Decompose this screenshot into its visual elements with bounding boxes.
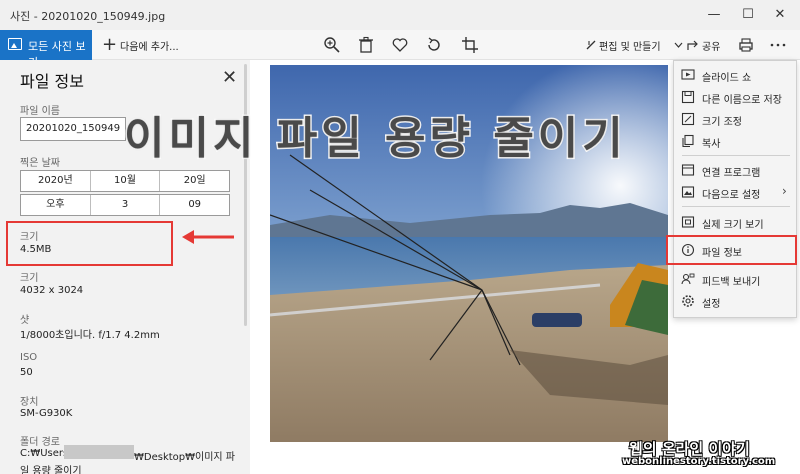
date-year[interactable]: 2020년 [21, 171, 91, 191]
edit-icon [586, 40, 596, 50]
redacted-username [64, 445, 134, 459]
chevron-down-icon [674, 42, 683, 48]
slideshow-icon [681, 69, 695, 80]
date-month[interactable]: 10월 [91, 171, 161, 191]
shot-label: 샷 [20, 315, 30, 326]
actual-size-icon [681, 216, 695, 228]
date-taken-label: 찍은 날짜 [20, 158, 60, 169]
overlay-title: 이미지 파일 용량 줄이기 [123, 112, 627, 166]
menu-item-copy[interactable]: 복사 [674, 130, 796, 152]
menu-item-actual-size[interactable]: 실제 크기 보기 [674, 211, 796, 233]
zoom-icon[interactable] [322, 35, 342, 55]
time-minute[interactable]: 09 [160, 195, 229, 215]
open-with-icon [681, 164, 695, 176]
copy-icon [682, 134, 694, 148]
save-icon [681, 90, 695, 104]
favorite-icon[interactable] [390, 35, 410, 55]
photos-icon [8, 38, 22, 50]
file-info-highlight-box [666, 235, 797, 265]
menu-item-label: 복사 [702, 139, 721, 150]
menu-item-set-as[interactable]: 다음으로 설정 › [674, 181, 796, 203]
folder-path-line2[interactable]: 일 용량 줄이기 [20, 462, 82, 474]
menu-separator [682, 206, 790, 207]
toolbar: 모든 사진 보기 + 다음에 추가... 편집 및 만들기 [0, 30, 800, 69]
menu-item-label: 피드백 보내기 [702, 277, 761, 288]
add-to-label: 다음에 추가... [120, 42, 179, 53]
share-icon [687, 40, 698, 50]
panel-close-icon[interactable]: ✕ [222, 67, 237, 88]
folder-label: 폴더 경로 [20, 437, 60, 448]
size-highlight-box [6, 221, 173, 266]
window-title: 사진 - 20201020_150949.jpg [10, 10, 166, 23]
dimensions-label: 크기 [20, 273, 39, 284]
menu-item-save-as[interactable]: 다른 이름으로 저장 [674, 86, 796, 108]
menu-item-slideshow[interactable]: 슬라이드 쇼 [674, 64, 796, 86]
device-label: 장치 [20, 397, 39, 408]
menu-item-label: 다른 이름으로 저장 [702, 95, 782, 106]
date-picker[interactable]: 2020년 10월 20일 [20, 170, 230, 192]
iso-value: 50 [20, 367, 33, 378]
resize-icon [681, 112, 695, 126]
iso-label: ISO [20, 352, 38, 363]
title-bar: 사진 - 20201020_150949.jpg — ☐ ✕ [0, 0, 800, 30]
rotate-icon[interactable] [424, 35, 444, 55]
time-ampm[interactable]: 오후 [21, 195, 91, 215]
left-arrow-icon [182, 230, 234, 244]
menu-separator [682, 155, 790, 156]
more-icon[interactable] [768, 35, 788, 55]
time-picker[interactable]: 오후 3 09 [20, 194, 230, 216]
maximize-button[interactable]: ☐ [734, 4, 762, 26]
edit-create-label: 편집 및 만들기 [599, 42, 661, 53]
menu-item-settings[interactable]: 설정 [674, 290, 796, 312]
menu-item-label: 크기 조정 [702, 117, 742, 128]
time-hour[interactable]: 3 [91, 195, 161, 215]
dimensions-value: 4032 x 3024 [20, 285, 84, 296]
folder-path-part2[interactable]: ₩Desktop₩이미지 파 [134, 448, 235, 463]
menu-item-label: 실제 크기 보기 [702, 220, 764, 231]
more-options-menu: 슬라이드 쇼 다른 이름으로 저장 크기 조정 복사 연결 프로그램 다음으로 … [673, 60, 797, 318]
settings-icon [682, 295, 694, 307]
menu-item-label: 연결 프로그램 [702, 168, 761, 179]
device-value: SM-G930K [20, 408, 73, 419]
chevron-right-icon: › [782, 184, 787, 198]
share-label: 공유 [702, 42, 721, 53]
all-photos-button[interactable]: 모든 사진 보기 [0, 30, 92, 69]
file-name-field[interactable]: 20201020_150949 [20, 117, 126, 141]
menu-item-label: 슬라이드 쇼 [702, 73, 752, 84]
menu-item-resize[interactable]: 크기 조정 [674, 108, 796, 130]
feedback-icon [681, 273, 695, 285]
menu-item-label: 다음으로 설정 [702, 190, 761, 201]
menu-item-feedback[interactable]: 피드백 보내기 [674, 268, 796, 290]
menu-item-label: 설정 [702, 299, 721, 310]
file-name-label: 파일 이름 [20, 106, 60, 117]
date-day[interactable]: 20일 [160, 171, 229, 191]
watermark-url: webonlinestory.tistory.com [622, 456, 776, 467]
delete-icon[interactable] [356, 35, 376, 55]
close-window-button[interactable]: ✕ [766, 4, 794, 26]
set-as-icon [681, 186, 695, 198]
plus-icon: + [102, 34, 118, 55]
print-icon[interactable] [736, 35, 756, 55]
minimize-button[interactable]: — [700, 4, 728, 26]
crop-icon[interactable] [460, 35, 480, 55]
menu-item-open-with[interactable]: 연결 프로그램 [674, 159, 796, 181]
panel-title: 파일 정보 [20, 72, 84, 91]
shot-value: 1/8000초입니다. f/1.7 4.2mm [20, 330, 160, 341]
